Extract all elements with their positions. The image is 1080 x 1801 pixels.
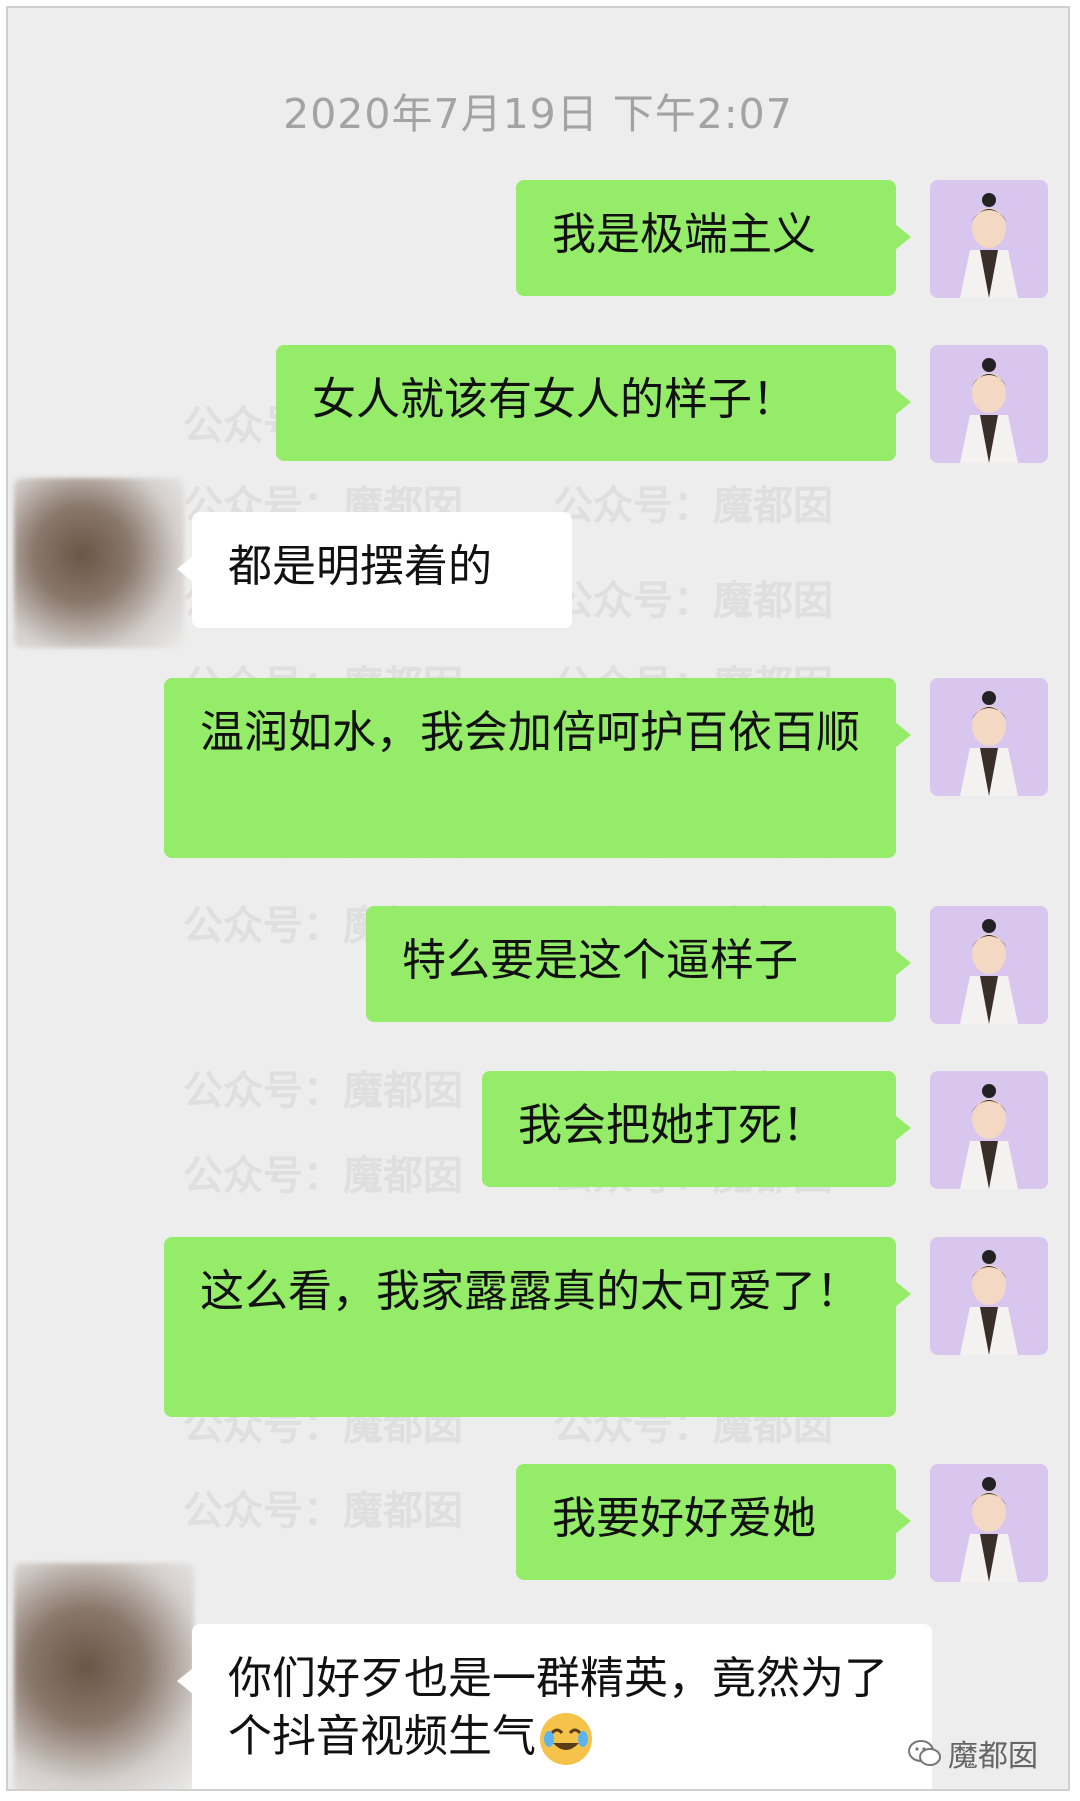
footer-brand: 魔都囡 bbox=[908, 1731, 1038, 1775]
message-bubble-sent[interactable]: 我会把她打死！ bbox=[482, 1071, 911, 1187]
avatar[interactable] bbox=[930, 1071, 1048, 1189]
cartoon-avatar-icon bbox=[930, 906, 1048, 1024]
message-bubble-sent[interactable]: 女人就该有女人的样子！ bbox=[276, 345, 911, 461]
avatar[interactable] bbox=[930, 1237, 1048, 1355]
watermark: 公众号：魔都囡 bbox=[183, 1068, 463, 1114]
cartoon-avatar-icon bbox=[930, 1237, 1048, 1355]
footer-brand-label: 魔都囡 bbox=[948, 1739, 1038, 1774]
watermark: 公众号：魔都囡 bbox=[553, 578, 833, 624]
message-bubble-sent[interactable]: 温润如水，我会加倍呵护百依百顺 bbox=[164, 678, 911, 858]
cartoon-avatar-icon bbox=[930, 345, 1048, 463]
cartoon-avatar-icon bbox=[930, 1071, 1048, 1189]
message-bubble-received[interactable]: 都是明摆着的 bbox=[177, 512, 572, 628]
watermark: 公众号：魔都囡 bbox=[553, 483, 833, 529]
avatar-blurred[interactable] bbox=[14, 1563, 194, 1789]
message-bubble-received[interactable]: 你们好歹也是一群精英，竟然为了个抖音视频生气 bbox=[177, 1624, 932, 1789]
avatar[interactable] bbox=[930, 180, 1048, 298]
wechat-icon bbox=[908, 1739, 941, 1767]
crying-laughing-emoji bbox=[540, 1713, 592, 1765]
message-bubble-sent[interactable]: 我是极端主义 bbox=[516, 180, 911, 296]
message-bubble-sent[interactable]: 特么要是这个逼样子 bbox=[366, 906, 911, 1022]
avatar[interactable] bbox=[930, 906, 1048, 1024]
chat-screen: 2020年7月19日 下午2:07 公众号：魔都囡 公众号：魔都囡 公众号：魔都… bbox=[6, 6, 1070, 1791]
chat-timestamp: 2020年7月19日 下午2:07 bbox=[283, 90, 793, 138]
avatar[interactable] bbox=[930, 345, 1048, 463]
message-bubble-sent[interactable]: 我要好好爱她 bbox=[516, 1464, 911, 1580]
avatar[interactable] bbox=[930, 678, 1048, 796]
watermark: 公众号：魔都囡 bbox=[183, 1488, 463, 1534]
cartoon-avatar-icon bbox=[930, 678, 1048, 796]
avatar-blurred[interactable] bbox=[14, 478, 184, 648]
message-bubble-sent[interactable]: 这么看，我家露露真的太可爱了！ bbox=[164, 1237, 911, 1417]
watermark: 公众号：魔都囡 bbox=[183, 1153, 463, 1199]
cartoon-avatar-icon bbox=[930, 1464, 1048, 1582]
avatar[interactable] bbox=[930, 1464, 1048, 1582]
cartoon-avatar-icon bbox=[930, 180, 1048, 298]
